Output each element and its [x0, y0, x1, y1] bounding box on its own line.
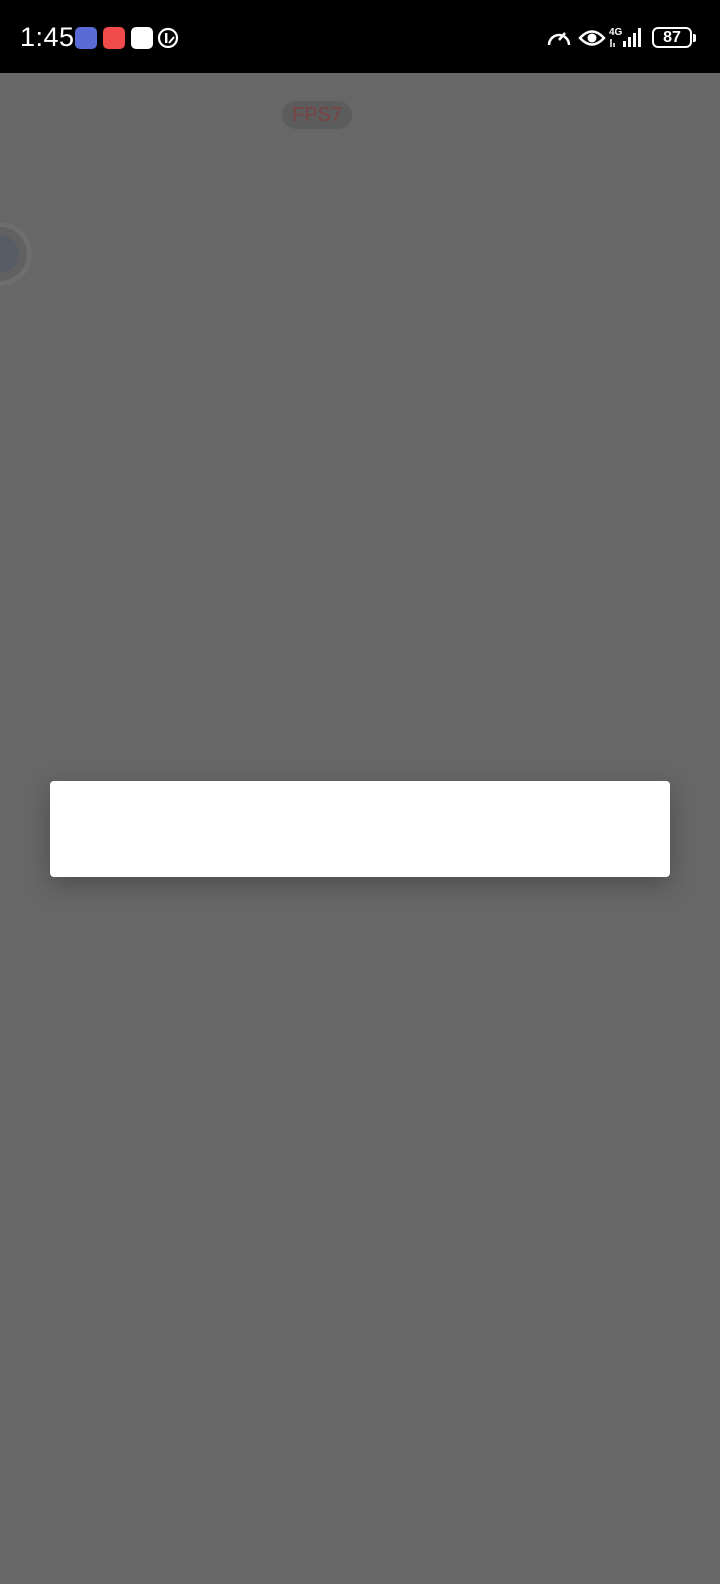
data-saver-icon — [157, 27, 179, 49]
speedometer-icon — [546, 25, 572, 49]
eye-icon — [578, 27, 606, 49]
system-status-icons: 4G 87 — [520, 0, 720, 73]
screen: 1:45 4G 87 FPS7 — [0, 0, 720, 1584]
loading-dialog — [50, 781, 670, 877]
signal-icon: 4G — [609, 25, 645, 49]
battery-icon: 87 — [652, 27, 692, 48]
network-type-label: 4G — [609, 27, 623, 38]
clock-time: 1:45 — [20, 22, 75, 52]
fps-label: FPS7 — [291, 103, 343, 126]
fps-counter: FPS7 — [282, 101, 352, 129]
battery-level: 87 — [663, 28, 681, 46]
calendar-app-icon — [75, 27, 97, 49]
message-app-icon — [131, 27, 153, 49]
status-bar: 1:45 4G 87 — [0, 0, 720, 73]
floating-ball-core — [0, 235, 19, 273]
shopping-app-icon — [103, 27, 125, 49]
battery-cap — [693, 34, 696, 42]
floating-assistant-button[interactable] — [0, 222, 32, 286]
